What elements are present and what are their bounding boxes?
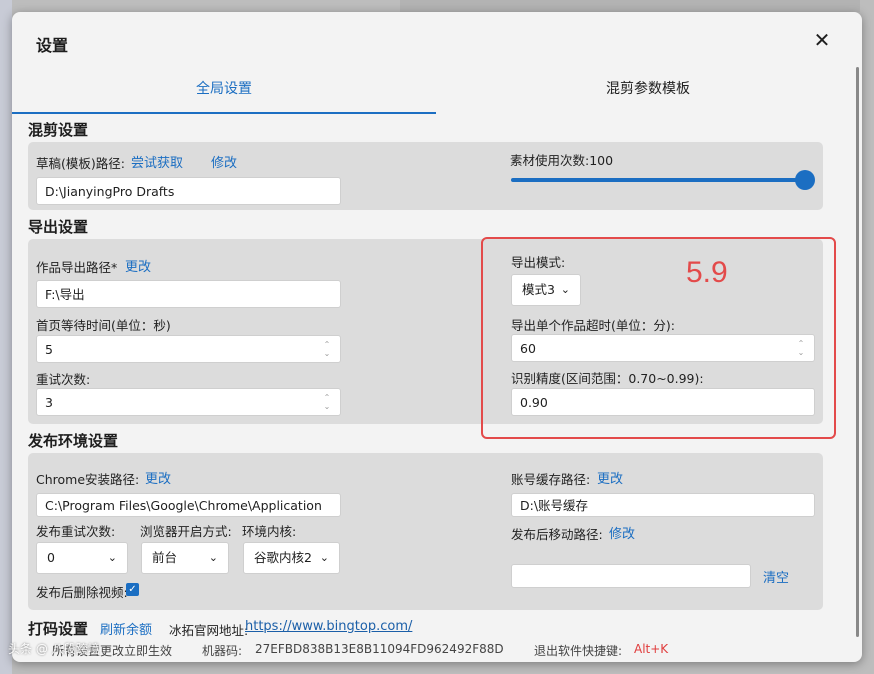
official-site-link[interactable]: https://www.bingtop.com/: [245, 619, 412, 634]
chrome-path-label: Chrome安装路径:: [36, 472, 140, 487]
check-icon: ✓: [128, 584, 137, 595]
chevron-down-icon: ⌄: [107, 551, 117, 564]
wait-time-label: 首页等待时间(单位：秒): [36, 318, 171, 333]
publish-section-title: 发布环境设置: [28, 432, 119, 450]
chevron-down-icon: ⌄: [319, 551, 329, 564]
refresh-balance-link[interactable]: 刷新余额: [100, 619, 152, 638]
background-window: [0, 0, 12, 674]
publish-retry-value: 0: [47, 550, 55, 565]
kernel-label: 环境内核:: [242, 524, 297, 539]
publish-retry-select[interactable]: 0 ⌄: [36, 542, 128, 574]
draft-path-input[interactable]: D:\JianyingPro Drafts: [36, 177, 341, 205]
browser-mode-label: 浏览器开启方式:: [140, 524, 232, 539]
export-path-change-link[interactable]: 更改: [125, 256, 151, 275]
account-cache-input[interactable]: D:\账号缓存: [511, 493, 815, 517]
kernel-select[interactable]: 谷歌内核2 ⌄: [243, 542, 340, 574]
material-slider-thumb[interactable]: [795, 170, 815, 190]
mix-section-title: 混剪设置: [28, 121, 89, 139]
browser-mode-value: 前台: [152, 550, 178, 565]
draft-modify-link[interactable]: 修改: [211, 152, 237, 171]
clear-link[interactable]: 清空: [763, 567, 789, 586]
wait-time-input[interactable]: 5 ⌃ ⌄: [36, 335, 341, 363]
exit-shortcut-value: Alt+K: [634, 642, 669, 656]
exit-shortcut-label: 退出软件快捷键:: [534, 644, 623, 658]
move-path-input[interactable]: [511, 564, 751, 588]
annotation-text: 5.9: [686, 256, 728, 289]
retry-count-label: 重试次数:: [36, 372, 91, 387]
dialog-title: 设置: [36, 36, 69, 55]
tab-mix-template[interactable]: 混剪参数模板: [436, 78, 860, 112]
kernel-value: 谷歌内核2: [254, 550, 312, 565]
official-site-label: 冰拓官网地址:: [169, 623, 249, 638]
browser-mode-select[interactable]: 前台 ⌄: [141, 542, 229, 574]
settings-dialog: 设置 ✕ 全局设置 混剪参数模板 混剪设置 草稿(模板)路径: 尝试获取 修改 …: [12, 12, 862, 662]
watermark: 头条 @ 八段跨境: [8, 642, 100, 656]
chrome-path-input[interactable]: C:\Program Files\Google\Chrome\Applicati…: [36, 493, 341, 517]
export-path-input[interactable]: F:\导出: [36, 280, 341, 308]
account-cache-label: 账号缓存路径:: [511, 472, 591, 487]
machine-code-value: 27EFBD838B13E8B11094FD962492F88D: [255, 642, 504, 656]
captcha-section-title: 打码设置: [28, 620, 89, 638]
material-slider-track[interactable]: [511, 178, 801, 182]
chevron-down-icon: ⌄: [208, 551, 218, 564]
machine-code-label: 机器码:: [202, 644, 243, 658]
move-path-modify-link[interactable]: 修改: [609, 523, 635, 542]
delete-video-label: 发布后删除视频:: [36, 585, 128, 600]
delete-video-checkbox[interactable]: ✓: [126, 583, 139, 596]
chrome-path-change-link[interactable]: 更改: [145, 468, 171, 487]
export-section-title: 导出设置: [28, 218, 89, 236]
publish-panel: Chrome安装路径: 更改 C:\Program Files\Google\C…: [28, 453, 823, 610]
close-icon: ✕: [813, 28, 831, 52]
account-cache-change-link[interactable]: 更改: [597, 468, 623, 487]
close-button[interactable]: ✕: [810, 28, 834, 52]
material-count-label: 素材使用次数:100: [510, 153, 614, 168]
spinner-icon[interactable]: ⌃ ⌄: [322, 393, 332, 411]
mix-panel: 草稿(模板)路径: 尝试获取 修改 D:\JianyingPro Drafts …: [28, 142, 823, 210]
background-window-top: [400, 0, 860, 12]
retry-count-input[interactable]: 3 ⌃ ⌄: [36, 388, 341, 416]
move-path-label: 发布后移动路径:: [511, 527, 603, 542]
spinner-icon[interactable]: ⌃ ⌄: [322, 340, 332, 358]
draft-path-label: 草稿(模板)路径:: [36, 156, 125, 171]
highlight-box: [481, 237, 836, 439]
retry-count-value: 3: [45, 395, 53, 410]
publish-retry-label: 发布重试次数:: [36, 524, 116, 539]
tab-global-settings[interactable]: 全局设置: [12, 78, 436, 114]
export-path-label: 作品导出路径*: [36, 260, 118, 275]
scrollbar[interactable]: [856, 67, 859, 637]
try-get-link[interactable]: 尝试获取: [131, 152, 183, 171]
wait-time-value: 5: [45, 342, 53, 357]
